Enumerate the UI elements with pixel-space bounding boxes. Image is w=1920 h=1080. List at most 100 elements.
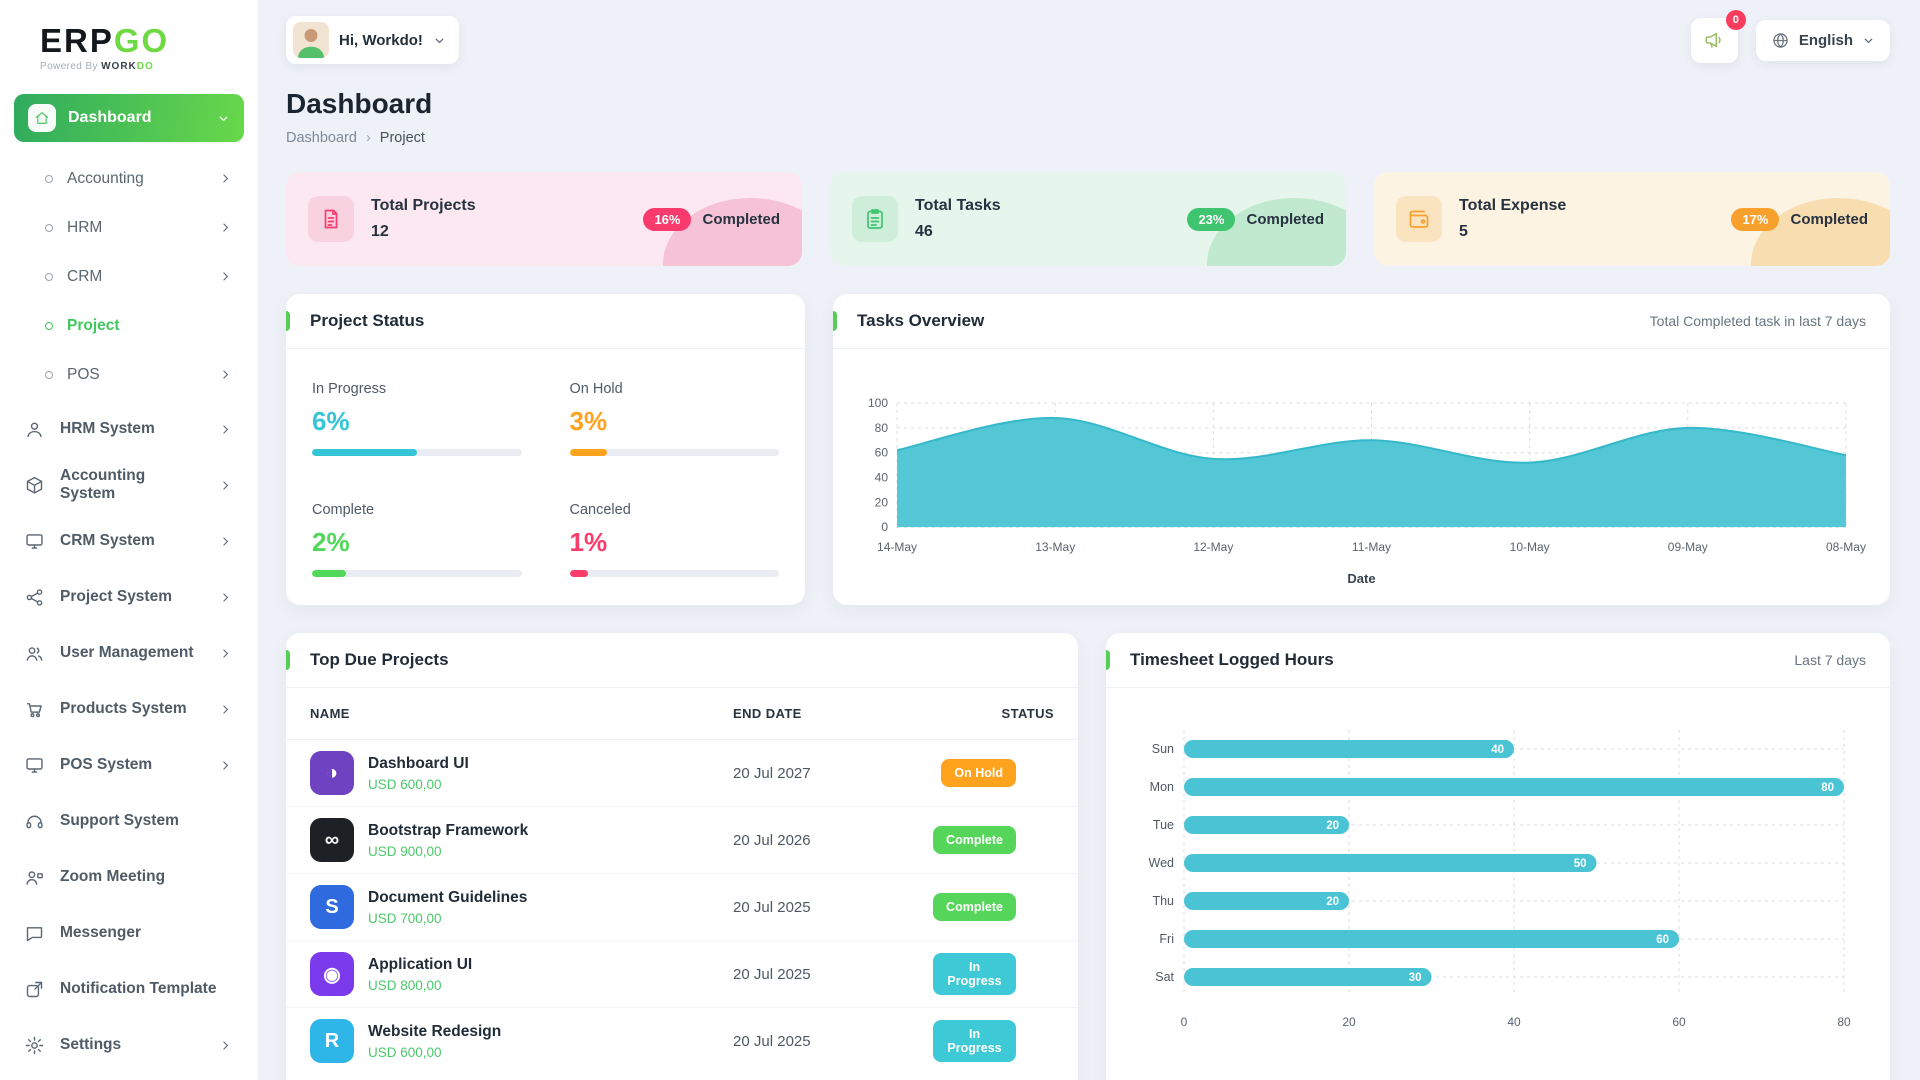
svg-text:10-May: 10-May xyxy=(1510,540,1550,554)
table-row[interactable]: ∞Bootstrap FrameworkUSD 900,00 20 Jul 202… xyxy=(286,807,1078,874)
stat-right: 16%Completed xyxy=(643,208,780,231)
column-header-status: STATUS xyxy=(909,688,1078,740)
brand-logo[interactable]: ERPGO Powered By WORKDO xyxy=(0,16,258,76)
card-note: Total Completed task in last 7 days xyxy=(1650,313,1866,329)
page-title: Dashboard xyxy=(286,88,1890,120)
due-table-head-row: NAMEEND DATESTATUS xyxy=(286,688,1078,740)
sidebar-item-notification-template[interactable]: Notification Template xyxy=(0,961,248,1017)
card-header: Project Status xyxy=(286,294,805,349)
table-row[interactable]: ◉Application UIUSD 800,0020 Jul 2025In P… xyxy=(286,941,1078,1008)
bottom-row: Top Due Projects NAMEEND DATESTATUS ◑Das… xyxy=(286,633,1890,1080)
sidebar-item-support-system[interactable]: Support System xyxy=(0,793,248,849)
svg-text:80: 80 xyxy=(1821,782,1834,794)
status-badge: Complete xyxy=(933,893,1016,921)
status-label: Complete xyxy=(312,502,522,518)
table-row[interactable]: RWebsite RedesignUSD 600,0020 Jul 2025In… xyxy=(286,1008,1078,1075)
stat-card-total-projects: Total Projects1216%Completed xyxy=(286,172,802,266)
svg-text:40: 40 xyxy=(1507,1015,1521,1029)
status-item-in-progress: In Progress6% xyxy=(312,381,522,456)
svg-text:30: 30 xyxy=(1409,972,1422,984)
sidebar-item-user-management[interactable]: User Management xyxy=(0,625,248,681)
sidebar-item-label: Notification Template xyxy=(60,980,216,998)
sidebar-item-label: POS System xyxy=(60,756,152,774)
svg-text:14-May: 14-May xyxy=(877,540,917,554)
chevron-right-icon xyxy=(219,703,232,716)
project-name: Document Guidelines xyxy=(368,889,527,907)
sidebar-item-crm-system[interactable]: CRM System xyxy=(0,513,248,569)
modules-menu: HRM SystemAccounting System CRM System Pro… xyxy=(0,401,258,1073)
gear-icon xyxy=(24,1035,45,1056)
sidebar-item-label: CRM System xyxy=(60,532,155,550)
application-ui-logo: ◉ xyxy=(310,952,354,996)
project-cell: SDocument GuidelinesUSD 700,00 xyxy=(310,885,685,929)
svg-text:50: 50 xyxy=(1574,858,1587,870)
breadcrumb-dashboard-link[interactable]: Dashboard xyxy=(286,130,357,146)
sidebar-item-dashboard[interactable]: Dashboard xyxy=(14,94,244,142)
expense-icon xyxy=(1396,196,1442,242)
timesheet-card: Timesheet Logged Hours Last 7 days 02040… xyxy=(1106,633,1890,1080)
stat-card-total-tasks: Total Tasks46 23%Completed xyxy=(830,172,1346,266)
svg-text:20: 20 xyxy=(1342,1015,1356,1029)
language-selector[interactable]: English xyxy=(1756,20,1890,61)
notifications-button[interactable]: 0 xyxy=(1691,18,1738,63)
table-row[interactable]: SDocument GuidelinesUSD 700,0020 Jul 202… xyxy=(286,874,1078,941)
project-cell: ◉Application UIUSD 800,00 xyxy=(310,952,685,996)
sidebar-item-hrm-system[interactable]: HRM System xyxy=(0,401,248,457)
chevron-right-icon xyxy=(219,647,232,660)
svg-text:20: 20 xyxy=(1326,820,1339,832)
sidebar-item-pos[interactable]: POS xyxy=(0,350,248,399)
stat-right: 23%Completed xyxy=(1187,208,1324,231)
sidebar-item-project-system[interactable]: Project System xyxy=(0,569,248,625)
sidebar-item-pos-system[interactable]: POS System xyxy=(0,737,248,793)
stat-title: Total Tasks xyxy=(915,197,1001,215)
svg-text:60: 60 xyxy=(1656,934,1669,946)
card-header: Timesheet Logged Hours Last 7 days xyxy=(1106,633,1890,688)
video-user-icon xyxy=(24,867,45,888)
sidebar-item-settings[interactable]: Settings xyxy=(0,1017,248,1073)
chevron-right-icon xyxy=(219,172,232,185)
user-menu[interactable]: Hi, Workdo! xyxy=(286,16,459,64)
svg-text:12-May: 12-May xyxy=(1193,540,1233,554)
status-label: Canceled xyxy=(570,502,780,518)
sidebar-item-hrm[interactable]: HRM xyxy=(0,203,248,252)
project-status-card: Project Status In Progress6%On Hold3%Com… xyxy=(286,294,805,605)
project-cell: RWebsite RedesignUSD 600,00 xyxy=(310,1019,685,1063)
column-header-name: NAME xyxy=(286,688,709,740)
sidebar-item-project[interactable]: Project xyxy=(0,301,248,350)
svg-text:80: 80 xyxy=(875,421,889,435)
main-content: Hi, Workdo! 0 English Dashboard Dashboar… xyxy=(258,0,1920,1080)
progress-bar xyxy=(570,570,780,577)
chevron-right-icon xyxy=(219,368,232,381)
project-end-date: 20 Jul 2026 xyxy=(709,807,909,874)
sidebar-item-crm[interactable]: CRM xyxy=(0,252,248,301)
table-row[interactable]: ◑Dashboard UIUSD 600,0020 Jul 2027On Hol… xyxy=(286,740,1078,807)
sidebar-item-accounting[interactable]: Accounting xyxy=(0,154,248,203)
stat-text: Total Tasks46 xyxy=(915,197,1001,241)
project-status-grid: In Progress6%On Hold3%Complete2%Canceled… xyxy=(286,349,805,605)
status-badge: On Hold xyxy=(941,759,1016,787)
status-label: On Hold xyxy=(570,381,780,397)
bullet-icon xyxy=(45,175,53,183)
top-right-actions: 0 English xyxy=(1691,18,1890,63)
sidebar-item-accounting-system[interactable]: Accounting System xyxy=(0,457,248,513)
chevron-right-icon xyxy=(219,591,232,604)
chevron-right-icon xyxy=(219,479,232,492)
chevron-down-icon xyxy=(217,112,230,125)
dashboard-submenu: AccountingHRMCRMProjectPOS xyxy=(0,150,258,401)
progress-bar xyxy=(312,449,522,456)
tasks-icon xyxy=(852,196,898,242)
project-cell: ∞Bootstrap FrameworkUSD 900,00 xyxy=(310,818,685,862)
sidebar-item-products-system[interactable]: Products System xyxy=(0,681,248,737)
tasks-overview-chart: 02040608010014-May13-May12-May11-May10-M… xyxy=(833,349,1890,569)
website-redesign-logo: R xyxy=(310,1019,354,1063)
chevron-right-icon xyxy=(219,535,232,548)
stat-card-total-expense: Total Expense517%Completed xyxy=(1374,172,1890,266)
project-cell: ◑Dashboard UIUSD 600,00 xyxy=(310,751,685,795)
bullet-icon xyxy=(45,322,53,330)
project-amount: USD 800,00 xyxy=(368,978,472,993)
avatar xyxy=(293,22,329,58)
stats-row: Total Projects1216%Completed Total Tasks4… xyxy=(286,172,1890,266)
card-note: Last 7 days xyxy=(1794,652,1866,668)
sidebar-item-messenger[interactable]: Messenger xyxy=(0,905,248,961)
sidebar-item-zoom-meeting[interactable]: Zoom Meeting xyxy=(0,849,248,905)
